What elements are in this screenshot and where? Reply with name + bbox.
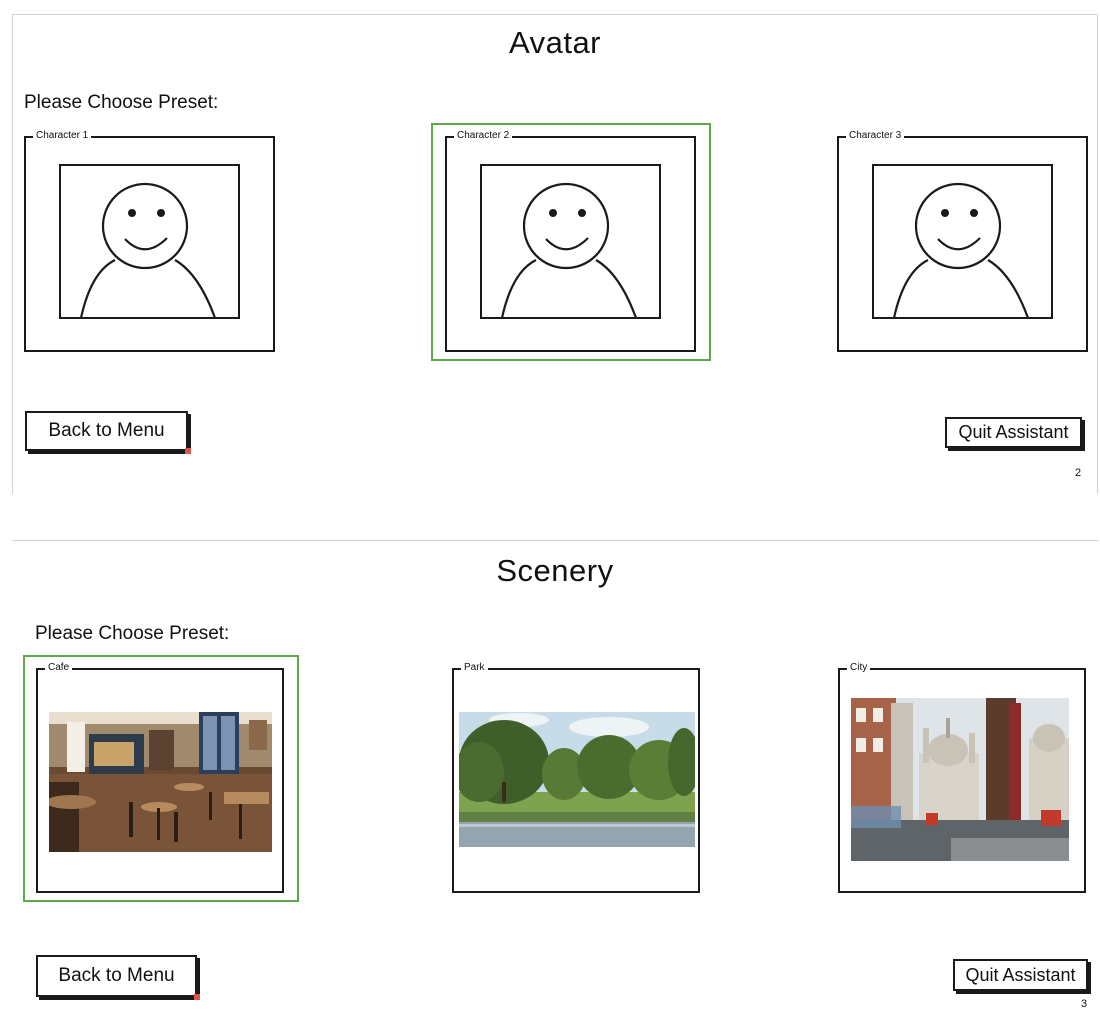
quit-assistant-label: Quit Assistant: [958, 422, 1069, 442]
page-number: 2: [1075, 467, 1082, 479]
back-to-menu-button[interactable]: Back to Menu: [36, 955, 200, 1000]
page-number: 3: [1081, 998, 1088, 1010]
city-card[interactable]: City: [838, 661, 1086, 893]
avatar-title: Avatar: [508, 25, 602, 60]
avatar-placeholder-icon: [872, 164, 1053, 319]
character-2-label: Character 2: [454, 129, 513, 143]
cafe-card[interactable]: Cafe: [36, 661, 284, 893]
back-to-menu-button[interactable]: Back to Menu: [25, 411, 191, 454]
corner-marker-icon: [194, 994, 200, 1000]
park-label: Park: [461, 661, 488, 675]
cafe-label: Cafe: [45, 661, 73, 675]
park-card[interactable]: Park: [452, 661, 700, 893]
back-to-menu-label: Back to Menu: [48, 420, 165, 441]
park-photo: [459, 712, 695, 847]
avatar-placeholder-icon: [59, 164, 240, 319]
avatar-screen: Avatar Please Choose Preset: Character 1…: [12, 14, 1098, 494]
avatar-placeholder-icon: [480, 164, 661, 319]
cafe-photo: [49, 712, 272, 852]
back-to-menu-label: Back to Menu: [58, 965, 175, 986]
quit-assistant-button[interactable]: Quit Assistant: [953, 959, 1088, 991]
corner-marker-icon: [185, 448, 191, 454]
character-3-label: Character 3: [846, 129, 905, 143]
avatar-prompt: Please Choose Preset:: [24, 92, 219, 113]
character-1-label: Character 1: [33, 129, 92, 143]
city-photo: [851, 698, 1069, 861]
city-label: City: [847, 661, 871, 675]
quit-assistant-button[interactable]: Quit Assistant: [945, 417, 1082, 448]
scenery-title: Scenery: [496, 553, 614, 588]
character-1-card[interactable]: Character 1: [24, 129, 275, 352]
quit-assistant-label: Quit Assistant: [965, 965, 1076, 985]
scenery-prompt: Please Choose Preset:: [35, 623, 230, 644]
character-3-card[interactable]: Character 3: [837, 129, 1088, 352]
scenery-screen: Scenery Please Choose Preset: Cafe Park …: [12, 540, 1098, 1024]
character-2-card[interactable]: Character 2: [445, 129, 696, 352]
